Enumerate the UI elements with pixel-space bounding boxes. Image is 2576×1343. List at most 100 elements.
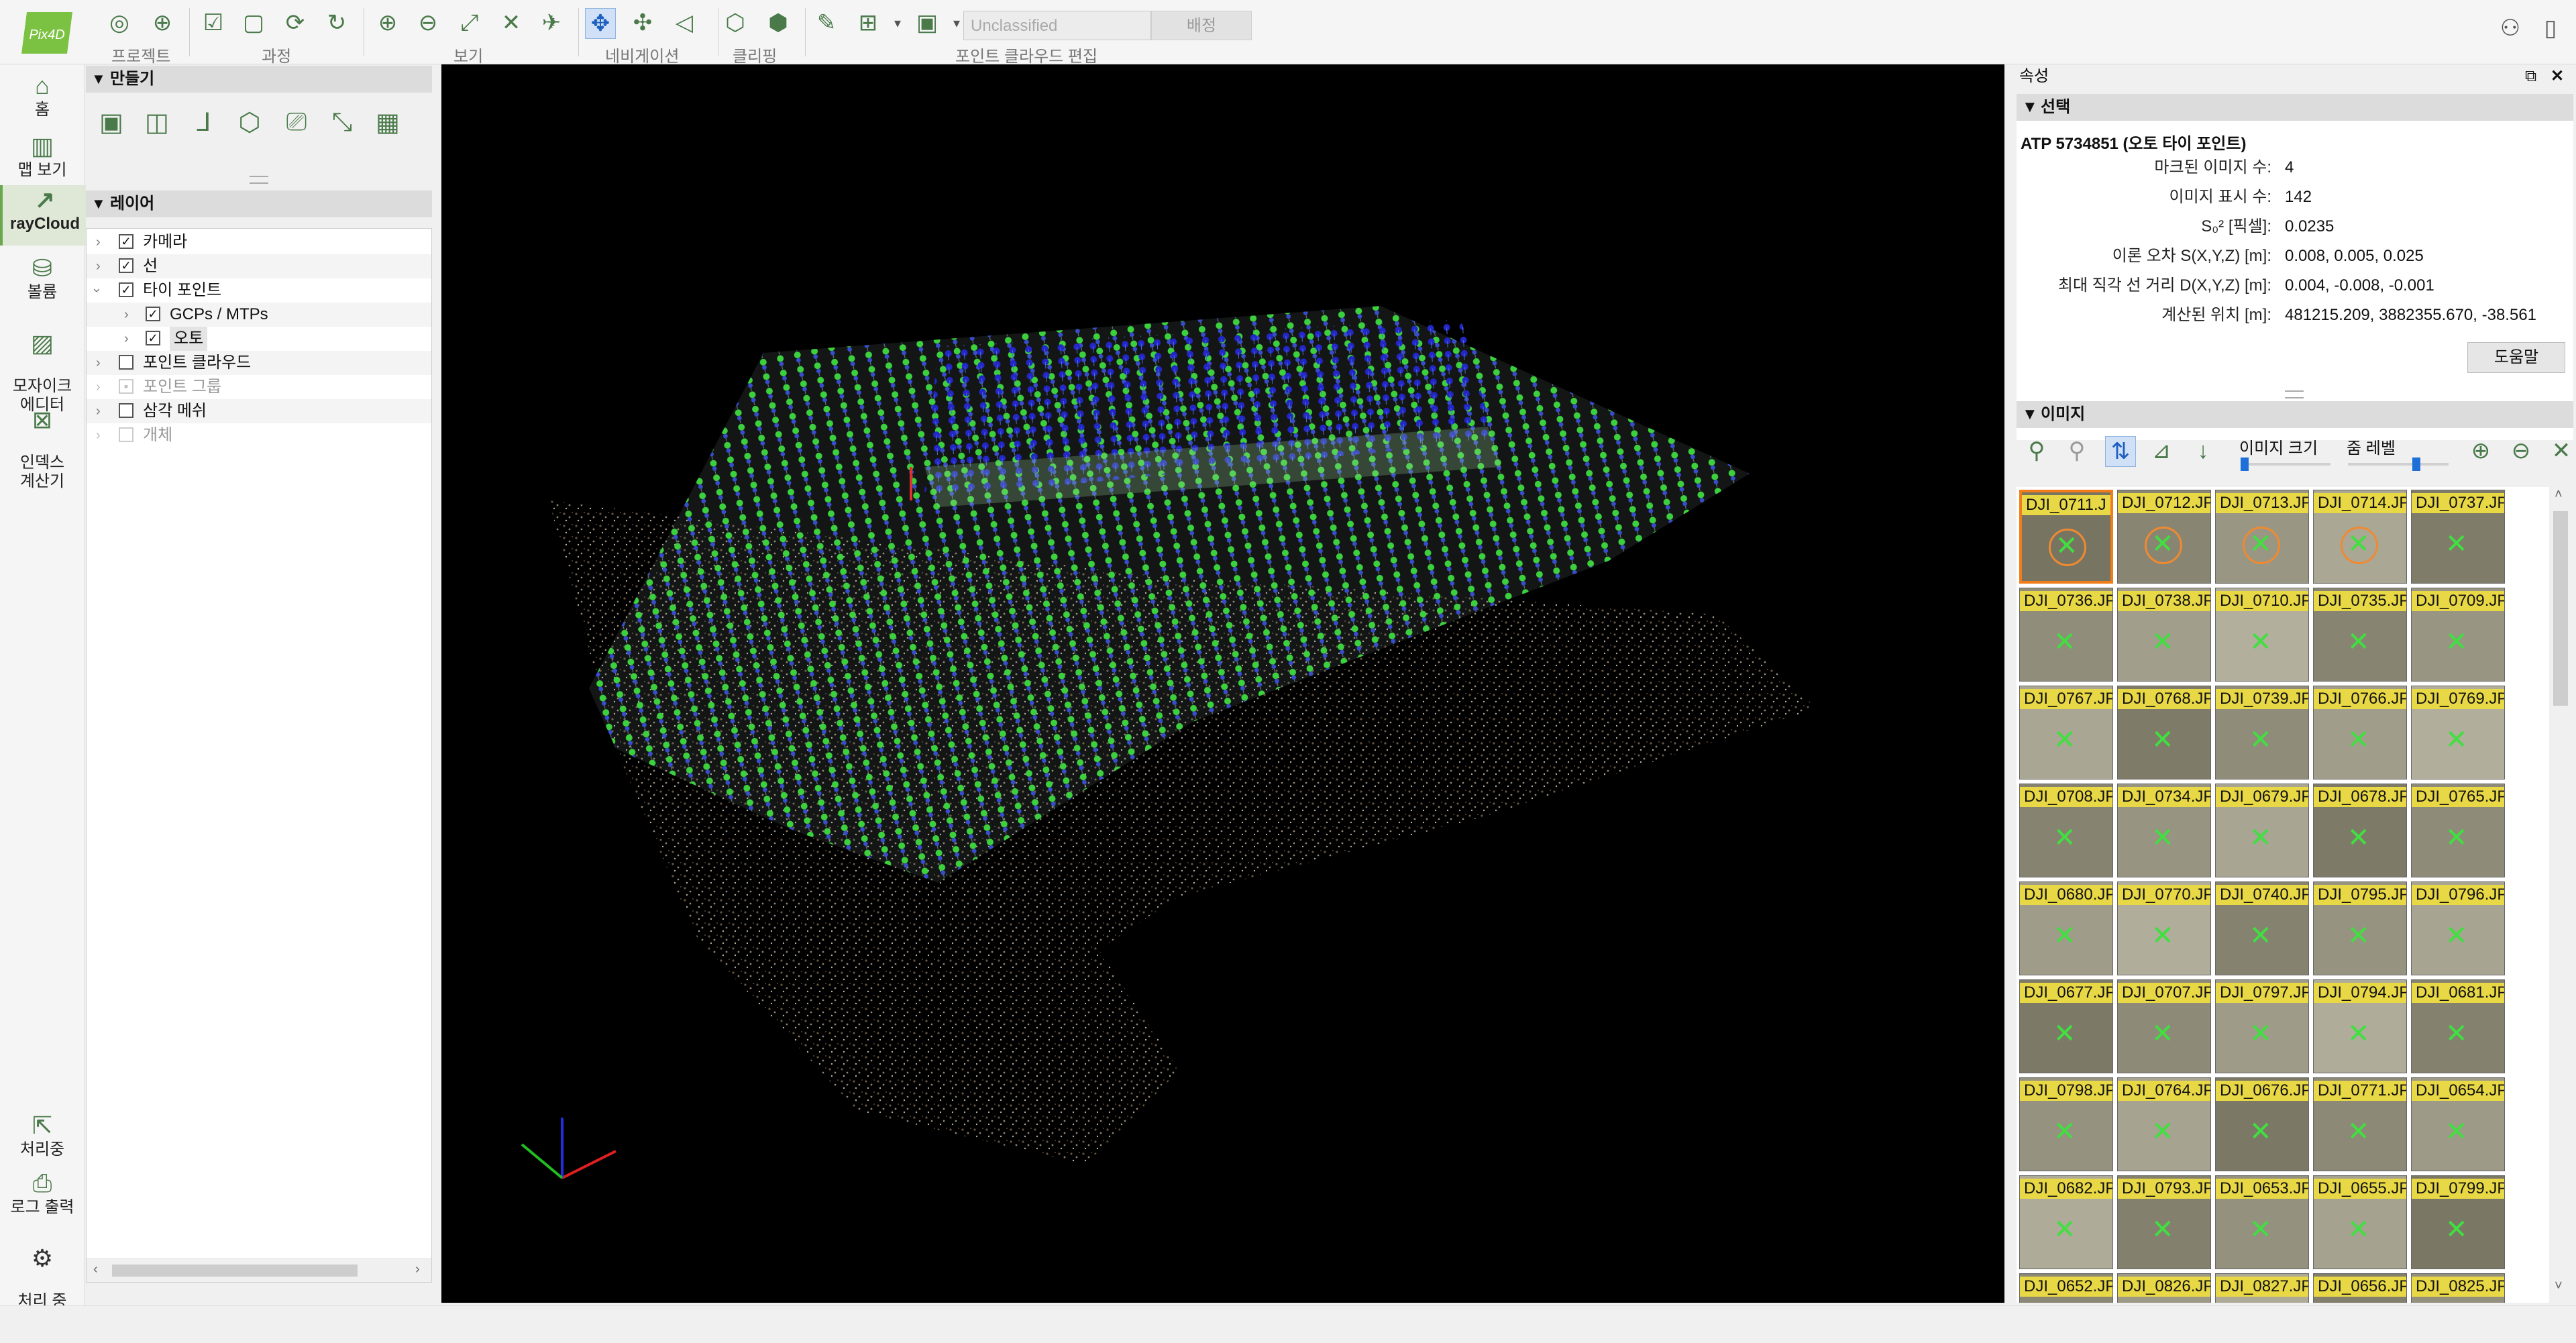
image-thumbnail[interactable]: DJI_0677.JP ✕ xyxy=(2019,979,2113,1073)
layer-gcps-mtps[interactable]: › ✓ GCPs / MTPs xyxy=(87,303,431,327)
image-thumbnail[interactable]: DJI_0764.JP ✕ xyxy=(2117,1077,2211,1171)
new-surface-icon[interactable]: ◫ xyxy=(137,102,177,142)
nav-processing[interactable]: ⇱ 처리중 xyxy=(0,1111,85,1159)
class-combo[interactable]: Unclassified xyxy=(963,11,1151,40)
image-thumbnail[interactable]: DJI_0738.JP ✕ xyxy=(2117,588,2211,682)
layer-checkbox[interactable] xyxy=(119,427,133,442)
image-thumbnail[interactable]: DJI_0765.JP ✕ xyxy=(2411,784,2505,877)
layer-checkbox[interactable] xyxy=(119,355,133,370)
layer-checkbox[interactable]: ✓ xyxy=(146,331,160,345)
expand-arrow-icon[interactable]: › xyxy=(96,351,101,375)
image-size-slider[interactable] xyxy=(2241,458,2330,471)
new-vertical-line-icon[interactable]: ⤡ xyxy=(322,102,362,142)
layer-point-groups[interactable]: › ▪ 포인트 그룹 xyxy=(87,375,431,399)
selection-section-header[interactable]: ▼ 선택 xyxy=(2017,94,2573,121)
brush-edit-icon[interactable]: ✎ xyxy=(812,8,841,38)
layer-lines[interactable]: › ✓ 선 xyxy=(87,254,431,278)
layer-point-cloud[interactable]: › 포인트 클라우드 xyxy=(87,351,431,375)
layer-checkbox[interactable]: ✓ xyxy=(119,258,133,273)
sort-ascending-icon[interactable]: ⊿ xyxy=(2147,436,2176,466)
nav-index-calculator[interactable]: ⊠ 인덱스 계산기 xyxy=(0,386,85,491)
navigation-orbit-icon[interactable]: ✣ xyxy=(628,8,657,38)
raycloud-3d-viewport[interactable] xyxy=(441,64,2004,1303)
image-thumbnail[interactable]: DJI_0798.JP ✕ xyxy=(2019,1077,2113,1171)
image-thumbnail[interactable]: DJI_0681.JP ✕ xyxy=(2411,979,2505,1073)
expanded-arrow-icon[interactable]: › xyxy=(85,288,109,293)
image-thumbnail[interactable]: DJI_0712.JP ✕ xyxy=(2117,490,2211,584)
process-update-icon[interactable]: ↻ xyxy=(322,8,352,38)
dropdown-arrow-icon[interactable]: ▾ xyxy=(883,8,912,38)
help-button[interactable]: 도움말 xyxy=(2467,342,2565,373)
image-thumbnail[interactable]: DJI_0827.JP✕ xyxy=(2215,1273,2309,1303)
shrink-view-icon[interactable]: ✕ xyxy=(496,8,526,38)
layer-auto[interactable]: › ✓ 오토 xyxy=(87,327,431,351)
image-thumbnail[interactable]: DJI_0678.JP ✕ xyxy=(2313,784,2407,877)
float-window-icon[interactable]: ⧉ xyxy=(2525,64,2536,89)
image-thumbnail[interactable]: DJI_0736.JP ✕ xyxy=(2019,588,2113,682)
image-thumbnail[interactable]: DJI_0676.JP ✕ xyxy=(2215,1077,2309,1171)
image-thumbnail[interactable]: DJI_0653.JP ✕ xyxy=(2215,1175,2309,1269)
select-area-icon[interactable]: ▣ xyxy=(912,8,942,38)
nav-home[interactable]: ⌂ 홈 xyxy=(0,71,85,119)
project-icon[interactable]: ◎ xyxy=(105,8,134,38)
image-thumbnail[interactable]: DJI_0679.JP ✕ xyxy=(2215,784,2309,877)
assign-button[interactable]: 배정 xyxy=(1151,11,1252,40)
link-images-icon[interactable]: ⚲ xyxy=(2022,436,2051,466)
image-thumbnail[interactable]: DJI_0771.JP ✕ xyxy=(2313,1077,2407,1171)
fit-view-icon[interactable]: ⤢ xyxy=(455,8,484,38)
new-volume-icon[interactable]: ⬡ xyxy=(229,102,270,142)
image-thumbnail[interactable]: DJI_0767.JP ✕ xyxy=(2019,686,2113,780)
images-section-header[interactable]: ▼ 이미지 xyxy=(2017,401,2573,428)
process-rerun-icon[interactable]: ⟳ xyxy=(280,8,310,38)
image-thumbnail[interactable]: DJI_0770.JP ✕ xyxy=(2117,881,2211,975)
image-thumbnail[interactable]: DJI_0682.JP ✕ xyxy=(2019,1175,2113,1269)
new-grid-icon[interactable]: ▦ xyxy=(368,102,408,142)
image-thumbnail[interactable]: DJI_0766.JP ✕ xyxy=(2313,686,2407,780)
expand-arrow-icon[interactable]: › xyxy=(96,254,101,278)
expand-arrow-icon[interactable]: › xyxy=(96,399,101,423)
zoom-out-icon[interactable]: ⊖ xyxy=(413,8,443,38)
image-thumbnail[interactable]: DJI_0769.JP ✕ xyxy=(2411,686,2505,780)
layout-icon[interactable]: ▯ xyxy=(2536,13,2565,43)
close-icon[interactable]: ✕ xyxy=(2551,64,2564,89)
image-thumbnail[interactable]: DJI_0737.JP ✕ xyxy=(2411,490,2505,584)
nav-raycloud[interactable]: ↗ rayCloud xyxy=(0,185,87,246)
clip-box-icon[interactable]: ⬡ xyxy=(720,8,750,38)
image-thumbnail[interactable]: DJI_0825.JP✕ xyxy=(2411,1273,2505,1303)
user-icon[interactable]: ⚇ xyxy=(2496,13,2525,43)
scroll-right-icon[interactable]: › xyxy=(415,1262,420,1277)
layer-triangle-mesh[interactable]: › 삼각 메쉬 xyxy=(87,399,431,423)
image-thumbnail[interactable]: DJI_0794.JP ✕ xyxy=(2313,979,2407,1073)
image-thumbnail[interactable]: DJI_0826.JP✕ xyxy=(2117,1273,2211,1303)
scroll-down-icon[interactable]: ˅ xyxy=(2555,1279,2563,1294)
nav-log-output[interactable]: ⎙ 로그 출력 xyxy=(0,1169,85,1217)
image-thumbnail[interactable]: DJI_0708.JP ✕ xyxy=(2019,784,2113,877)
slider-thumb[interactable] xyxy=(2412,458,2420,471)
layer-objects[interactable]: › 개체 xyxy=(87,423,431,447)
image-thumbnail[interactable]: DJI_0793.JP ✕ xyxy=(2117,1175,2211,1269)
image-thumbnail[interactable]: DJI_0680.JP ✕ xyxy=(2019,881,2113,975)
image-thumbnail[interactable]: DJI_0709.JP ✕ xyxy=(2411,588,2505,682)
expand-arrow-icon[interactable]: › xyxy=(96,423,101,447)
zoom-in-icon[interactable]: ⊕ xyxy=(2466,436,2496,466)
scroll-thumb[interactable] xyxy=(112,1265,358,1277)
zoom-out-icon[interactable]: ⊖ xyxy=(2506,436,2536,466)
image-thumbnail[interactable]: DJI_0714.JP ✕ xyxy=(2313,490,2407,584)
image-thumbnail[interactable]: DJI_0795.JP ✕ xyxy=(2313,881,2407,975)
expand-arrow-icon[interactable]: › xyxy=(96,375,101,399)
process-check-icon[interactable]: ☑ xyxy=(199,8,228,38)
expand-arrow-icon[interactable]: › xyxy=(96,230,101,254)
layer-tie-points[interactable]: › ✓ 타이 포인트 xyxy=(87,278,431,303)
add-point-icon[interactable]: ⊞ xyxy=(853,8,883,38)
image-thumbnail[interactable]: DJI_0655.JP ✕ xyxy=(2313,1175,2407,1269)
splitter-handle[interactable] xyxy=(2285,390,2304,398)
image-thumbnail[interactable]: DJI_0797.JP ✕ xyxy=(2215,979,2309,1073)
fit-images-icon[interactable]: ✕ xyxy=(2546,436,2576,466)
image-thumbnail[interactable]: DJI_0652.JP✕ xyxy=(2019,1273,2113,1303)
layer-checkbox[interactable]: ✓ xyxy=(119,282,133,297)
sort-az-icon[interactable]: ↓ xyxy=(2188,436,2218,466)
sort-images-icon[interactable]: ⇅ xyxy=(2105,436,2136,467)
new-video-icon[interactable]: ⎚ xyxy=(276,102,317,142)
layer-checkbox[interactable]: ▪ xyxy=(119,379,133,394)
zoom-in-icon[interactable]: ⊕ xyxy=(373,8,402,38)
